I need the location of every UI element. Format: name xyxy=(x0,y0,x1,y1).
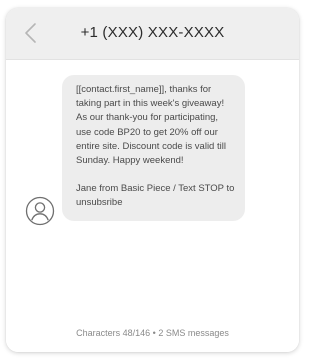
message-bubble: [[contact.first_name]], thanks for takin… xyxy=(62,75,245,221)
message-signature-text: Jane from Basic Piece / Text STOP to uns… xyxy=(76,183,235,209)
contact-phone-number: +1 (XXX) XXX-XXXX xyxy=(80,24,225,41)
message-body-text: [[contact.first_name]], thanks for takin… xyxy=(76,84,226,167)
message-thread: [[contact.first_name]], thanks for takin… xyxy=(6,60,299,352)
conversation-header: +1 (XXX) XXX-XXXX xyxy=(6,8,299,60)
character-count: Characters 48/146 • 2 SMS messages xyxy=(76,328,229,338)
user-icon xyxy=(25,196,55,226)
sms-preview-card: +1 (XXX) XXX-XXXX [[contact.first_name]]… xyxy=(6,8,299,352)
avatar xyxy=(25,196,55,226)
